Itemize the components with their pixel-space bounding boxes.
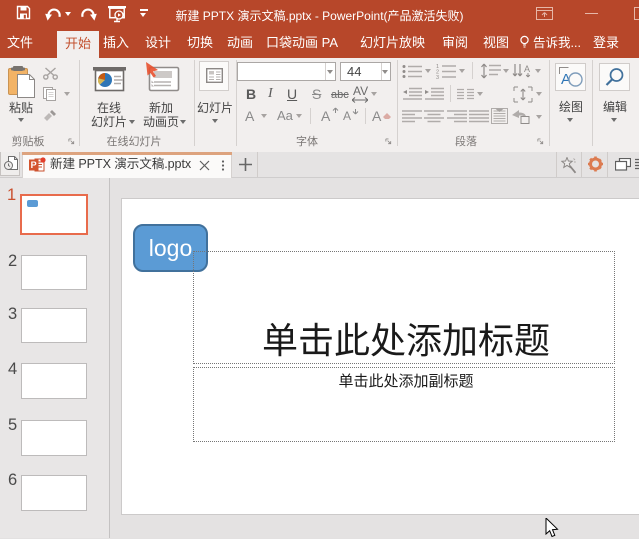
svg-text:P: P <box>31 160 37 170</box>
svg-text:3: 3 <box>436 75 439 79</box>
svg-text:A: A <box>524 64 530 74</box>
